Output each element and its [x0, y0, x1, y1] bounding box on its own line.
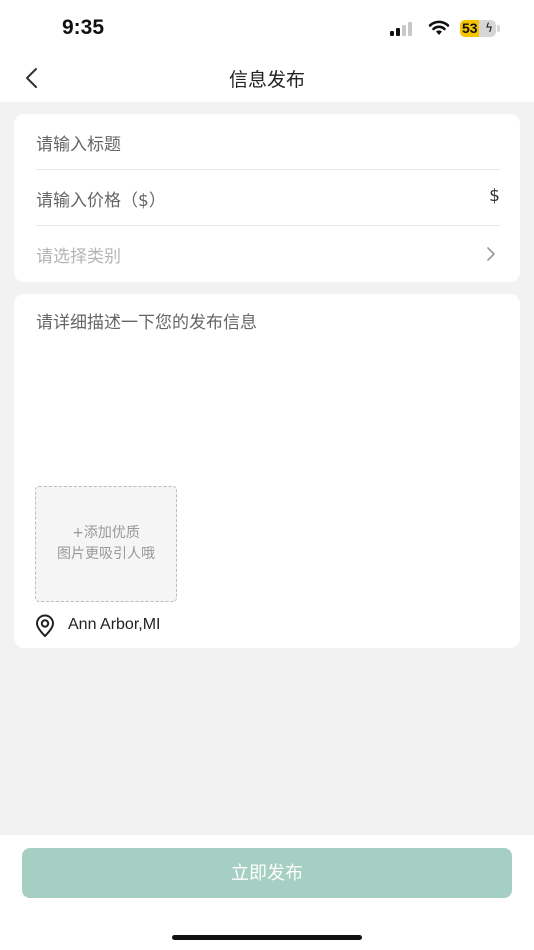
bolt-icon: ϟ — [485, 21, 493, 35]
location-pin-icon — [36, 614, 54, 637]
cellular-signal-icon — [390, 22, 412, 36]
status-bar: 9:35 53 ϟ — [0, 0, 534, 54]
price-currency-suffix: $ — [489, 186, 500, 206]
category-placeholder: 请选择类别 — [36, 247, 121, 267]
price-placeholder: 请输入价格（$） — [36, 191, 166, 211]
add-photo-button[interactable]: +添加优质 图片更吸引人哦 — [35, 486, 177, 602]
battery-level: 53 — [462, 20, 478, 36]
basic-info-card: 请输入标题 请输入价格（$） $ 请选择类别 — [14, 114, 520, 282]
battery-tip — [497, 25, 500, 32]
title-field[interactable]: 请输入标题 — [36, 114, 500, 170]
battery-charging-icon: 53 ϟ — [460, 20, 496, 37]
wifi-icon — [428, 20, 450, 35]
page-title: 信息发布 — [228, 69, 305, 91]
nav-bar: 信息发布 — [0, 54, 534, 102]
chevron-right-icon — [487, 247, 495, 261]
home-indicator — [172, 935, 362, 940]
title-placeholder: 请输入标题 — [36, 135, 121, 155]
price-field[interactable]: 请输入价格（$） $ — [36, 170, 500, 226]
location-label[interactable]: Ann Arbor,MI — [68, 616, 161, 634]
bottom-bar: 立即发布 — [0, 835, 534, 950]
publish-button[interactable]: 立即发布 — [22, 848, 512, 898]
category-select[interactable]: 请选择类别 — [36, 226, 500, 282]
add-photo-line2: 图片更吸引人哦 — [57, 546, 155, 562]
description-card: 请详细描述一下您的发布信息 +添加优质 图片更吸引人哦 Ann Arbor,MI — [14, 294, 520, 648]
status-time: 9:35 — [62, 16, 105, 39]
description-field[interactable]: 请详细描述一下您的发布信息 — [36, 308, 257, 333]
add-photo-line1: +添加优质 — [72, 525, 140, 541]
